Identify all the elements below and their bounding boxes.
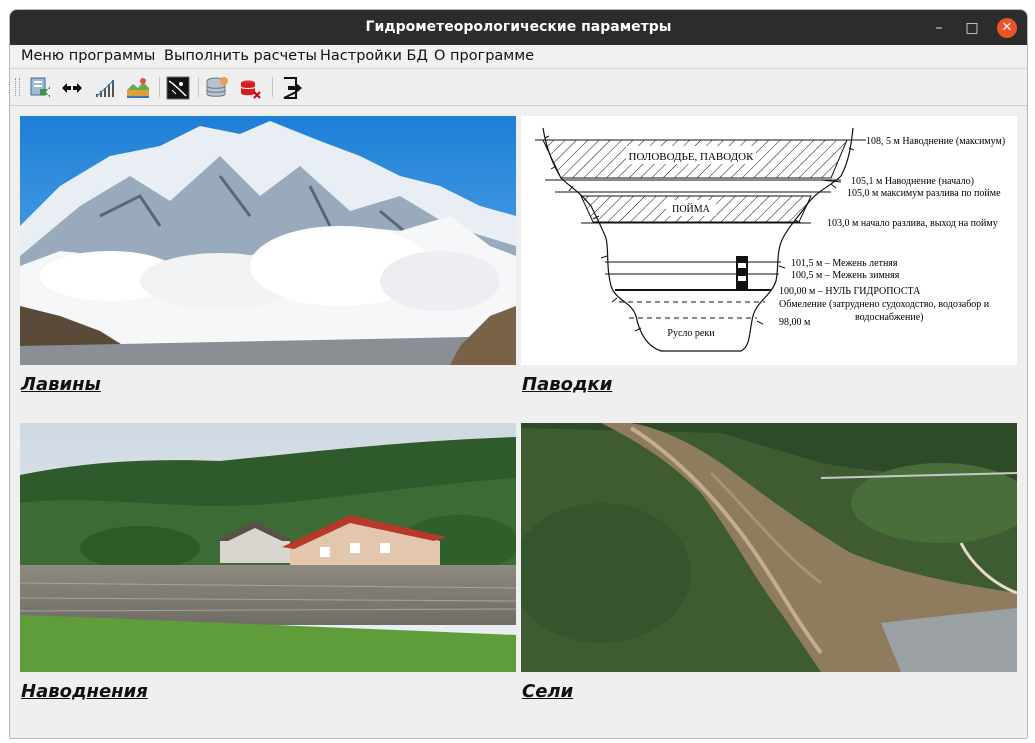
app-window: Гидрометеорологические параметры – □ ✕ М… [9, 9, 1028, 739]
signal-bars-icon[interactable] [94, 76, 118, 100]
minimize-button[interactable]: – [929, 18, 949, 38]
toolbar-separator [198, 77, 199, 97]
water-level-diagram[interactable]: ПОЛОВОДЬЕ, ПАВОДОК ПОЙМА Русло реки 108,… [521, 116, 1017, 365]
tile-floods[interactable]: Наводнения [20, 423, 516, 713]
title-bar: Гидрометеорологические параметры – □ ✕ [10, 10, 1027, 45]
database-delete-icon[interactable] [238, 76, 262, 100]
import-data-icon[interactable] [28, 76, 52, 100]
level-label: Обмеление (затруднено судоходство, водоз… [779, 299, 990, 310]
menu-bar: Меню программы Выполнить расчеты Настрой… [10, 45, 1027, 69]
menu-calculations[interactable]: Выполнить расчеты [164, 48, 317, 64]
menu-db-settings[interactable]: Настройки БД [320, 48, 428, 64]
level-label: 103,0 м начало разлива, выход на пойму [827, 218, 998, 229]
tile-mudflows[interactable]: Сели [521, 423, 1017, 713]
level-label: 105,1 м Наводнение (начало) [851, 176, 974, 187]
menu-program[interactable]: Меню программы [21, 48, 155, 64]
tile-avalanches[interactable]: Лавины [20, 116, 516, 406]
toolbar [10, 69, 1027, 106]
maximize-button[interactable]: □ [962, 18, 982, 38]
avalanche-image[interactable] [20, 116, 516, 365]
level-label: 108, 5 м Наводнение (максимум) [866, 136, 1005, 147]
toolbar-separator [272, 77, 273, 97]
level-label: 100,5 м – Межень зимняя [791, 270, 900, 281]
diagram-flood-label: ПОЛОВОДЬЕ, ПАВОДОК [629, 151, 755, 163]
menu-about[interactable]: О программе [434, 48, 534, 64]
snow-curve-icon[interactable] [166, 76, 190, 100]
caption-mudflows[interactable]: Сели [522, 681, 573, 702]
caption-freshets[interactable]: Паводки [522, 374, 612, 395]
level-label: 98,00 м [779, 317, 811, 328]
caption-avalanches[interactable]: Лавины [21, 374, 101, 395]
toolbar-separator [159, 77, 160, 97]
database-settings-icon[interactable] [205, 76, 229, 100]
exit-icon[interactable] [280, 76, 304, 100]
tile-freshets[interactable]: ПОЛОВОДЬЕ, ПАВОДОК ПОЙМА Русло реки 108,… [521, 116, 1017, 406]
flood-image[interactable] [20, 423, 516, 672]
close-button[interactable]: ✕ [997, 18, 1017, 38]
window-title: Гидрометеорологические параметры [365, 19, 672, 35]
range-arrows-icon[interactable] [60, 76, 84, 100]
toolbar-grip[interactable] [15, 78, 20, 96]
landscape-chart-icon[interactable] [126, 76, 150, 100]
level-label: 105,0 м максимум разлива по пойме [847, 188, 1001, 199]
diagram-floodplain-label: ПОЙМА [672, 203, 711, 215]
mudflow-image[interactable] [521, 423, 1017, 672]
diagram-channel-label: Русло реки [667, 328, 715, 339]
level-label: 101,5 м – Межень летняя [791, 258, 898, 269]
caption-floods[interactable]: Наводнения [21, 681, 148, 702]
level-label: водоснабжение) [855, 312, 923, 323]
level-label: 100,00 м – НУЛЬ ГИДРОПОСТА [779, 286, 921, 297]
